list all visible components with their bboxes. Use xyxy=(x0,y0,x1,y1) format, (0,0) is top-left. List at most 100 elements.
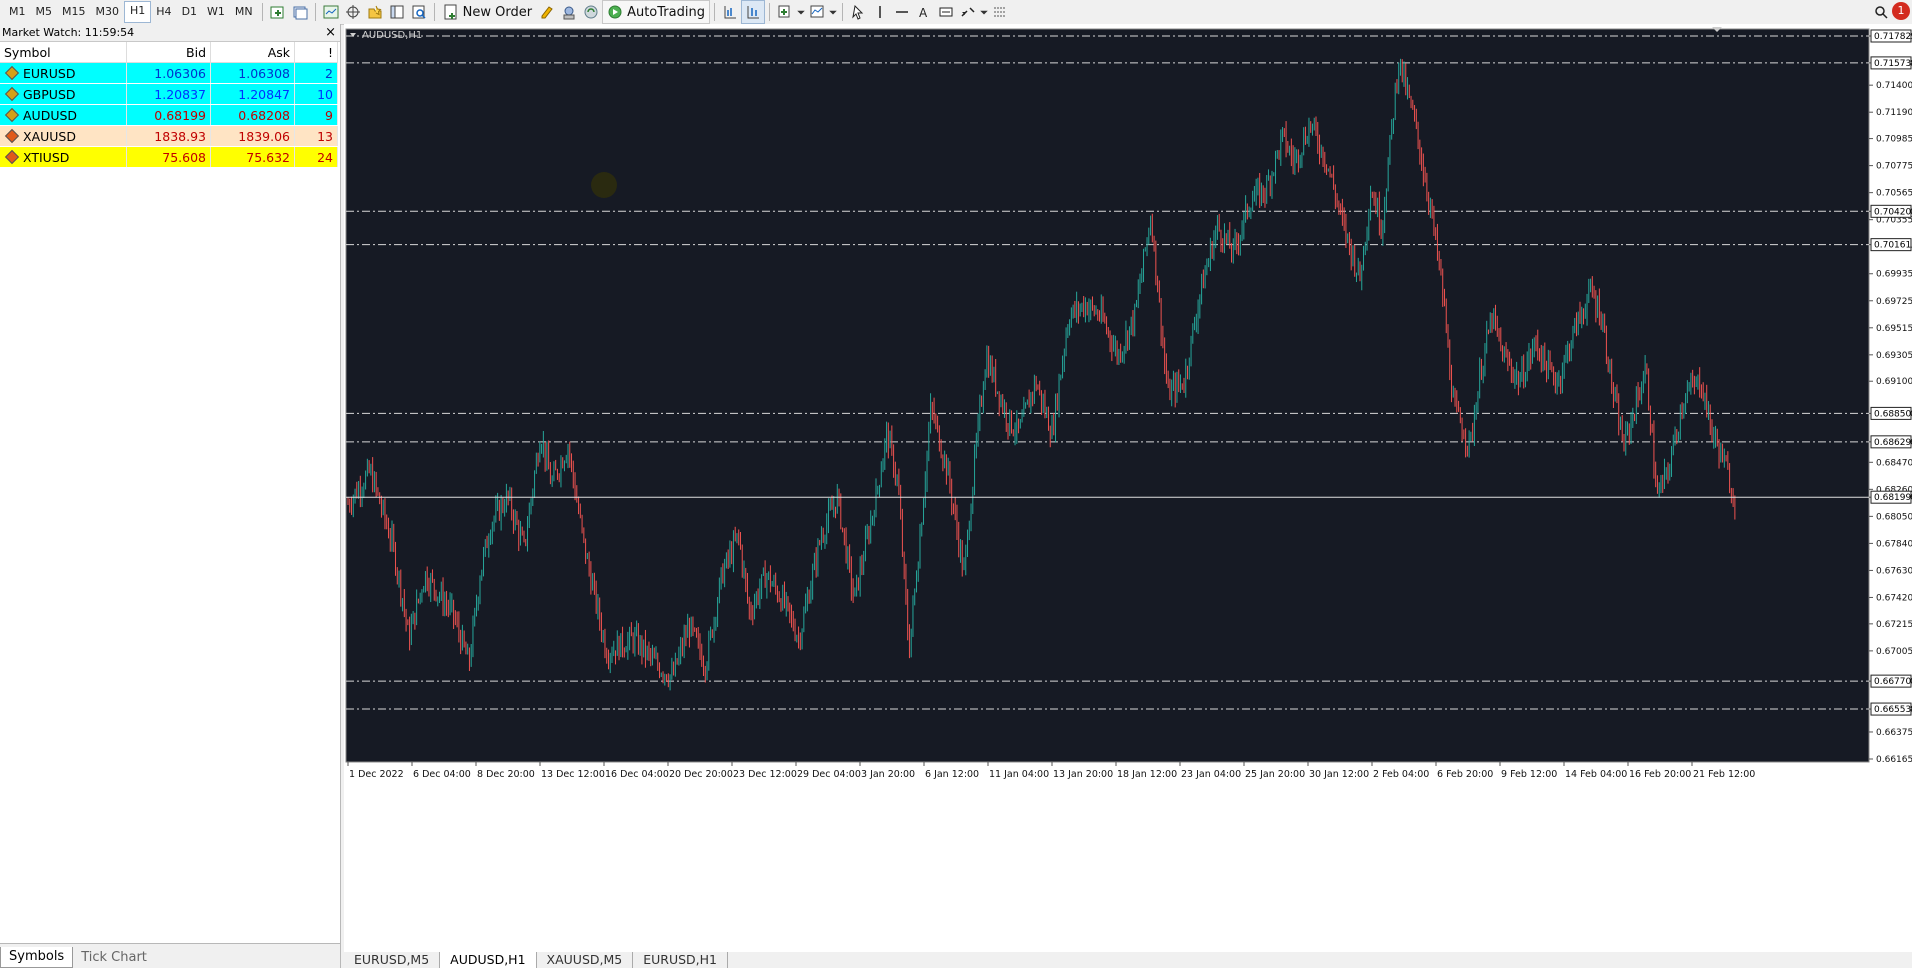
market-watch-row[interactable]: GBPUSD 1.20837 1.20847 10 xyxy=(0,83,338,105)
column-header-ask[interactable]: Ask xyxy=(210,42,295,63)
symbol-cell[interactable]: XAUUSD xyxy=(0,125,127,147)
level-price-label: 0.68629 xyxy=(1874,438,1911,448)
chart-tabs: EURUSD,M5 AUDUSD,H1 XAUUSD,M5 EURUSD,H1 xyxy=(344,952,1912,968)
autotrading-button[interactable]: AutoTrading xyxy=(602,0,710,24)
navigator-icon[interactable] xyxy=(364,1,386,23)
timeframe-m1-button[interactable]: M1 xyxy=(4,2,31,22)
price-tick-label: 0.68470 xyxy=(1876,458,1912,468)
market-watch-row[interactable]: XTIUSD 75.608 75.632 24 xyxy=(0,146,338,168)
vertical-line-icon[interactable] xyxy=(869,1,891,23)
time-tick-label: 25 Jan 20:00 xyxy=(1245,769,1305,780)
svg-text:A: A xyxy=(919,6,928,20)
market-watch-tabs: Symbols Tick Chart xyxy=(0,943,340,968)
text-label-icon[interactable] xyxy=(935,1,957,23)
market-watch-row[interactable]: AUDUSD 0.68199 0.68208 9 xyxy=(0,104,338,126)
symbol-cell[interactable]: EURUSD xyxy=(0,62,127,84)
autotrading-label: AutoTrading xyxy=(627,4,705,20)
time-tick-label: 30 Jan 12:00 xyxy=(1309,769,1369,780)
market-watch-row[interactable]: EURUSD 1.06306 1.06308 2 xyxy=(0,62,338,84)
symbol-direction-icon xyxy=(4,65,20,80)
price-chart[interactable]: AUDUSD,H10.717820.715730.714000.711900.7… xyxy=(344,24,1912,952)
column-header-symbol[interactable]: Symbol xyxy=(0,42,127,63)
new-chart-icon[interactable] xyxy=(267,1,289,23)
price-tick-label: 0.69515 xyxy=(1876,324,1912,334)
cursor-icon[interactable] xyxy=(847,1,869,23)
close-icon[interactable]: × xyxy=(325,24,336,41)
arrows-icon[interactable] xyxy=(957,1,979,23)
timeframe-mn-button[interactable]: MN xyxy=(230,2,258,22)
bid-cell: 75.608 xyxy=(126,146,211,168)
price-tick-label: 0.67215 xyxy=(1876,620,1912,630)
time-tick-label: 29 Dec 04:00 xyxy=(797,769,861,780)
toolbar-separator xyxy=(768,3,770,21)
market-watch-header-row: Symbol Bid Ask ! xyxy=(0,42,338,63)
price-tick-label: 0.67840 xyxy=(1876,539,1912,549)
terminal-icon[interactable] xyxy=(386,1,408,23)
autoscroll-icon[interactable] xyxy=(740,0,765,24)
timeframe-m5-button[interactable]: M5 xyxy=(31,2,58,22)
dropdown-arrow-icon[interactable] xyxy=(979,1,989,23)
chart-plot-area[interactable] xyxy=(345,28,1870,763)
price-tick-label: 0.69725 xyxy=(1876,297,1912,307)
price-tick-label: 0.66165 xyxy=(1876,755,1912,765)
tab-tick-chart[interactable]: Tick Chart xyxy=(73,948,155,968)
time-tick-label: 18 Jan 12:00 xyxy=(1117,769,1177,780)
price-tick-label: 0.68050 xyxy=(1876,512,1912,522)
symbol-cell[interactable]: GBPUSD xyxy=(0,83,127,105)
indicators-icon[interactable] xyxy=(774,1,796,23)
text-icon[interactable]: A xyxy=(913,1,935,23)
price-tick-label: 0.69935 xyxy=(1876,270,1912,280)
toolbar-options-icon[interactable] xyxy=(989,1,1011,23)
bid-cell: 1.06306 xyxy=(126,62,211,84)
time-tick-label: 23 Dec 12:00 xyxy=(733,769,797,780)
chart-tab[interactable]: EURUSD,M5 xyxy=(344,952,441,968)
chart-tab[interactable]: XAUUSD,M5 xyxy=(537,952,634,968)
tab-symbols[interactable]: Symbols xyxy=(0,947,74,968)
timeframe-m15-button[interactable]: M15 xyxy=(57,2,91,22)
market-watch-icon[interactable] xyxy=(320,1,342,23)
bid-cell: 0.68199 xyxy=(126,104,211,126)
profiles-icon[interactable] xyxy=(289,1,311,23)
chart-tab[interactable]: AUDUSD,H1 xyxy=(440,952,537,968)
chart-shift-icon[interactable] xyxy=(719,1,741,23)
market-watch-row[interactable]: XAUUSD 1838.93 1839.06 13 xyxy=(0,125,338,147)
ask-cell: 1.06308 xyxy=(210,62,295,84)
spread-cell: 10 xyxy=(294,83,338,105)
notification-badge[interactable]: 1 xyxy=(1892,2,1910,20)
market-watch-panel: Market Watch: 11:59:54 × Symbol Bid Ask … xyxy=(0,24,341,968)
timeframe-w1-button[interactable]: W1 xyxy=(202,2,230,22)
bid-cell: 1838.93 xyxy=(126,125,211,147)
time-tick-label: 9 Feb 12:00 xyxy=(1501,769,1557,780)
crosshair-icon[interactable] xyxy=(342,1,364,23)
metaeditor-icon[interactable] xyxy=(536,1,558,23)
time-tick-label: 8 Dec 20:00 xyxy=(477,769,535,780)
column-header-bid[interactable]: Bid xyxy=(126,42,211,63)
signals-icon[interactable] xyxy=(580,1,602,23)
symbol-name: GBPUSD xyxy=(23,86,76,102)
time-tick-label: 14 Feb 04:00 xyxy=(1565,769,1627,780)
horizontal-line-icon[interactable] xyxy=(891,1,913,23)
timeframe-h1-button[interactable]: H1 xyxy=(124,1,152,23)
chart-tab[interactable]: EURUSD,H1 xyxy=(633,952,728,968)
time-tick-label: 1 Dec 2022 xyxy=(349,769,404,780)
strategy-tester-icon[interactable] xyxy=(558,1,580,23)
dropdown-arrow-icon[interactable] xyxy=(796,1,806,23)
symbol-cell[interactable]: AUDUSD xyxy=(0,104,127,126)
timeframe-d1-button[interactable]: D1 xyxy=(177,2,202,22)
chart-window[interactable]: AUDUSD,H10.717820.715730.714000.711900.7… xyxy=(344,24,1912,952)
price-tick-label: 0.66375 xyxy=(1876,728,1912,738)
ask-cell: 0.68208 xyxy=(210,104,295,126)
column-header-spread[interactable]: ! xyxy=(294,42,338,63)
zoom-icon[interactable] xyxy=(408,1,430,23)
timeframe-h4-button[interactable]: H4 xyxy=(151,2,176,22)
dropdown-arrow-icon[interactable] xyxy=(828,1,838,23)
symbol-direction-icon xyxy=(4,86,20,101)
periods-icon[interactable] xyxy=(806,1,828,23)
price-tick-label: 0.70775 xyxy=(1876,162,1912,172)
new-order-button[interactable]: New Order xyxy=(439,1,536,23)
price-tick-label: 0.67630 xyxy=(1876,566,1912,576)
symbol-cell[interactable]: XTIUSD xyxy=(0,146,127,168)
timeframe-m30-button[interactable]: M30 xyxy=(91,2,125,22)
search-icon[interactable] xyxy=(1870,1,1892,23)
bid-cell: 1.20837 xyxy=(126,83,211,105)
